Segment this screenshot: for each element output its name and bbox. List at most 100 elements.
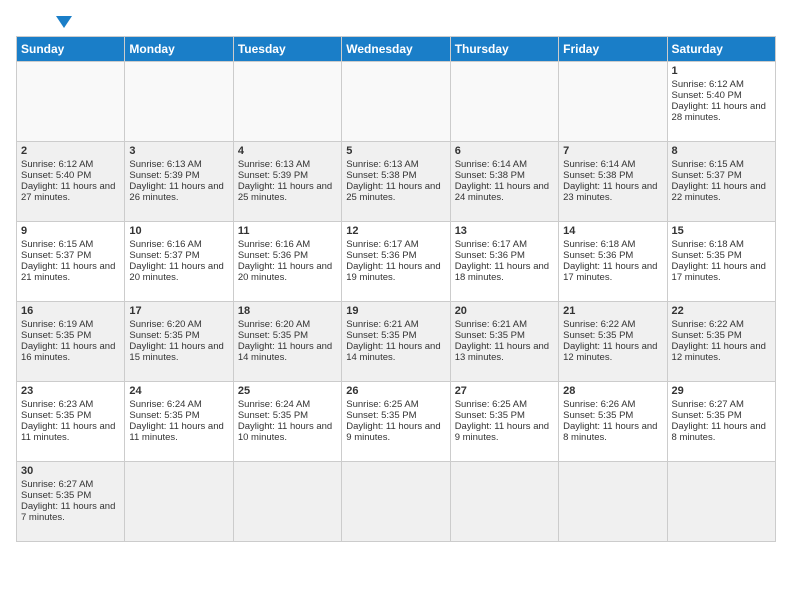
- day-number: 26: [346, 385, 445, 397]
- calendar-cell: [125, 462, 233, 542]
- logo: [16, 16, 72, 28]
- calendar-cell: [667, 462, 775, 542]
- calendar-cell: 18Sunrise: 6:20 AMSunset: 5:35 PMDayligh…: [233, 302, 341, 382]
- day-number: 19: [346, 305, 445, 317]
- day-number: 13: [455, 225, 554, 237]
- calendar-cell: [233, 462, 341, 542]
- calendar-week-row: 1 Sunrise: 6:12 AMSunset: 5:40 PMDaylight…: [17, 62, 776, 142]
- calendar-cell: [450, 62, 558, 142]
- calendar-cell: 28Sunrise: 6:26 AMSunset: 5:35 PMDayligh…: [559, 382, 667, 462]
- cell-info: Sunrise: 6:24 AMSunset: 5:35 PMDaylight:…: [238, 399, 332, 443]
- column-header-wednesday: Wednesday: [342, 37, 450, 62]
- calendar-cell: 29 Sunrise: 6:27 AMSunset: 5:35 PMDayligh…: [667, 382, 775, 462]
- calendar-cell: 4 Sunrise: 6:13 AMSunset: 5:39 PMDaylight…: [233, 142, 341, 222]
- calendar-cell: 24Sunrise: 6:24 AMSunset: 5:35 PMDayligh…: [125, 382, 233, 462]
- day-number: 22: [672, 305, 771, 317]
- calendar-week-row: 23 Sunrise: 6:23 AMSunset: 5:35 PMDayligh…: [17, 382, 776, 462]
- calendar-cell: 11 Sunrise: 6:16 AMSunset: 5:36 PMDayligh…: [233, 222, 341, 302]
- calendar-cell: 30 Sunrise: 6:27 AMSunset: 5:35 PMDayligh…: [17, 462, 125, 542]
- day-number: 14: [563, 225, 662, 237]
- cell-info: Sunrise: 6:25 AMSunset: 5:35 PMDaylight:…: [346, 399, 440, 443]
- calendar-cell: 6 Sunrise: 6:14 AMSunset: 5:38 PMDaylight…: [450, 142, 558, 222]
- calendar-cell: 16Sunrise: 6:19 AMSunset: 5:35 PMDayligh…: [17, 302, 125, 382]
- day-number: 15: [672, 225, 771, 237]
- day-number: 21: [563, 305, 662, 317]
- day-number: 23: [21, 385, 120, 397]
- cell-info: Sunrise: 6:16 AMSunset: 5:37 PMDaylight:…: [129, 239, 223, 283]
- day-number: 16: [21, 305, 120, 317]
- calendar-week-row: 16Sunrise: 6:19 AMSunset: 5:35 PMDayligh…: [17, 302, 776, 382]
- day-number: 3: [129, 145, 228, 157]
- cell-info: Sunrise: 6:18 AMSunset: 5:35 PMDaylight:…: [672, 239, 766, 283]
- cell-info: Sunrise: 6:23 AMSunset: 5:35 PMDaylight:…: [21, 399, 115, 443]
- calendar-cell: 27Sunrise: 6:25 AMSunset: 5:35 PMDayligh…: [450, 382, 558, 462]
- cell-info: Sunrise: 6:20 AMSunset: 5:35 PMDaylight:…: [238, 319, 332, 363]
- calendar-cell: [559, 462, 667, 542]
- day-number: 4: [238, 145, 337, 157]
- cell-info: Sunrise: 6:16 AMSunset: 5:36 PMDaylight:…: [238, 239, 332, 283]
- calendar-cell: 21Sunrise: 6:22 AMSunset: 5:35 PMDayligh…: [559, 302, 667, 382]
- cell-info: Sunrise: 6:12 AMSunset: 5:40 PMDaylight:…: [672, 79, 766, 123]
- calendar-cell: [450, 462, 558, 542]
- calendar-cell: 7Sunrise: 6:14 AMSunset: 5:38 PMDaylight…: [559, 142, 667, 222]
- cell-info: Sunrise: 6:17 AMSunset: 5:36 PMDaylight:…: [455, 239, 549, 283]
- calendar-cell: 19 Sunrise: 6:21 AMSunset: 5:35 PMDayligh…: [342, 302, 450, 382]
- day-number: 5: [346, 145, 445, 157]
- calendar-cell: 23 Sunrise: 6:23 AMSunset: 5:35 PMDayligh…: [17, 382, 125, 462]
- cell-info: Sunrise: 6:14 AMSunset: 5:38 PMDaylight:…: [563, 159, 657, 203]
- calendar-cell: 8 Sunrise: 6:15 AMSunset: 5:37 PMDaylight…: [667, 142, 775, 222]
- cell-info: Sunrise: 6:17 AMSunset: 5:36 PMDaylight:…: [346, 239, 440, 283]
- day-number: 8: [672, 145, 771, 157]
- calendar-week-row: 9Sunrise: 6:15 AMSunset: 5:37 PMDaylight…: [17, 222, 776, 302]
- calendar-week-row: 2 Sunrise: 6:12 AMSunset: 5:40 PMDaylight…: [17, 142, 776, 222]
- calendar-cell: 13 Sunrise: 6:17 AMSunset: 5:36 PMDayligh…: [450, 222, 558, 302]
- cell-info: Sunrise: 6:13 AMSunset: 5:39 PMDaylight:…: [238, 159, 332, 203]
- calendar-cell: 3 Sunrise: 6:13 AMSunset: 5:39 PMDaylight…: [125, 142, 233, 222]
- column-header-saturday: Saturday: [667, 37, 775, 62]
- calendar-cell: [342, 462, 450, 542]
- calendar-cell: 25 Sunrise: 6:24 AMSunset: 5:35 PMDayligh…: [233, 382, 341, 462]
- calendar-cell: 20Sunrise: 6:21 AMSunset: 5:35 PMDayligh…: [450, 302, 558, 382]
- cell-info: Sunrise: 6:22 AMSunset: 5:35 PMDaylight:…: [672, 319, 766, 363]
- calendar-cell: [233, 62, 341, 142]
- calendar-cell: [17, 62, 125, 142]
- cell-info: Sunrise: 6:14 AMSunset: 5:38 PMDaylight:…: [455, 159, 549, 203]
- day-number: 11: [238, 225, 337, 237]
- cell-info: Sunrise: 6:15 AMSunset: 5:37 PMDaylight:…: [21, 239, 115, 283]
- day-number: 12: [346, 225, 445, 237]
- cell-info: Sunrise: 6:27 AMSunset: 5:35 PMDaylight:…: [672, 399, 766, 443]
- day-number: 25: [238, 385, 337, 397]
- day-number: 29: [672, 385, 771, 397]
- day-number: 20: [455, 305, 554, 317]
- day-number: 30: [21, 465, 120, 477]
- calendar-cell: 2 Sunrise: 6:12 AMSunset: 5:40 PMDaylight…: [17, 142, 125, 222]
- column-header-tuesday: Tuesday: [233, 37, 341, 62]
- column-header-monday: Monday: [125, 37, 233, 62]
- page-header: [16, 16, 776, 28]
- cell-info: Sunrise: 6:25 AMSunset: 5:35 PMDaylight:…: [455, 399, 549, 443]
- column-header-friday: Friday: [559, 37, 667, 62]
- calendar-table: SundayMondayTuesdayWednesdayThursdayFrid…: [16, 36, 776, 542]
- cell-info: Sunrise: 6:18 AMSunset: 5:36 PMDaylight:…: [563, 239, 657, 283]
- calendar-cell: 9Sunrise: 6:15 AMSunset: 5:37 PMDaylight…: [17, 222, 125, 302]
- calendar-cell: 10 Sunrise: 6:16 AMSunset: 5:37 PMDayligh…: [125, 222, 233, 302]
- calendar-cell: 17 Sunrise: 6:20 AMSunset: 5:35 PMDayligh…: [125, 302, 233, 382]
- calendar-header-row: SundayMondayTuesdayWednesdayThursdayFrid…: [17, 37, 776, 62]
- day-number: 6: [455, 145, 554, 157]
- day-number: 17: [129, 305, 228, 317]
- calendar-cell: 12 Sunrise: 6:17 AMSunset: 5:36 PMDayligh…: [342, 222, 450, 302]
- calendar-cell: [559, 62, 667, 142]
- cell-info: Sunrise: 6:15 AMSunset: 5:37 PMDaylight:…: [672, 159, 766, 203]
- day-number: 1: [672, 65, 771, 77]
- cell-info: Sunrise: 6:21 AMSunset: 5:35 PMDaylight:…: [346, 319, 440, 363]
- calendar-cell: 14 Sunrise: 6:18 AMSunset: 5:36 PMDayligh…: [559, 222, 667, 302]
- day-number: 10: [129, 225, 228, 237]
- day-number: 2: [21, 145, 120, 157]
- cell-info: Sunrise: 6:27 AMSunset: 5:35 PMDaylight:…: [21, 479, 115, 523]
- cell-info: Sunrise: 6:13 AMSunset: 5:39 PMDaylight:…: [129, 159, 223, 203]
- cell-info: Sunrise: 6:12 AMSunset: 5:40 PMDaylight:…: [21, 159, 115, 203]
- cell-info: Sunrise: 6:20 AMSunset: 5:35 PMDaylight:…: [129, 319, 223, 363]
- calendar-cell: 26 Sunrise: 6:25 AMSunset: 5:35 PMDayligh…: [342, 382, 450, 462]
- calendar-cell: 22 Sunrise: 6:22 AMSunset: 5:35 PMDayligh…: [667, 302, 775, 382]
- calendar-cell: [125, 62, 233, 142]
